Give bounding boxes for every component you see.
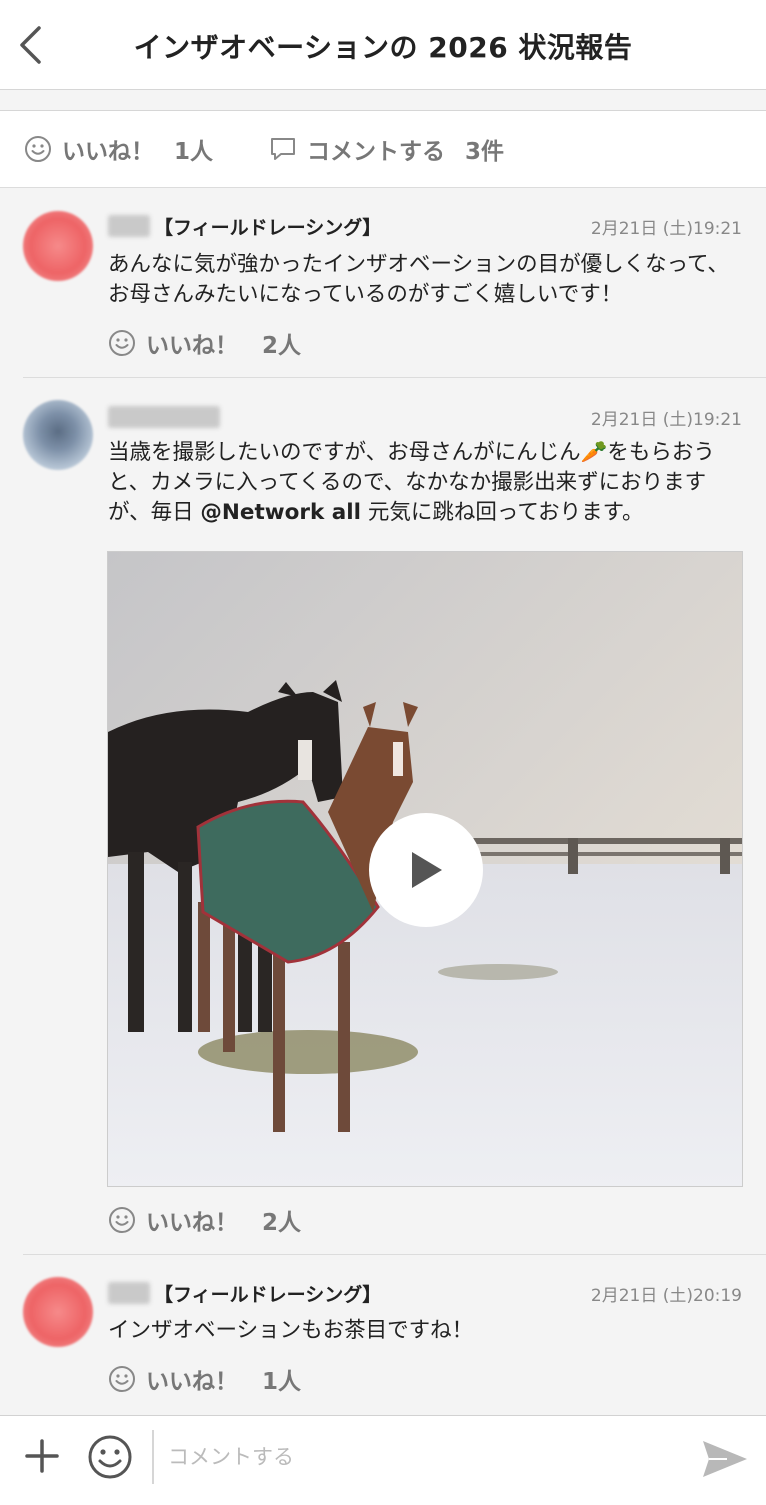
comment-text-part: 当歳を撮影したいのですが、お母さんがにんじん (108, 440, 581, 465)
comment-like-button[interactable]: いいね！ 1人 (108, 1362, 301, 1396)
comment-summary-count: 3件 (465, 139, 505, 165)
comment-text: 当歳を撮影したいのですが、お母さんがにんじん🥕をもらおうと、カメラに入ってくるの… (108, 438, 748, 528)
comment-like-button[interactable]: いいね！ 2人 (108, 326, 301, 360)
comment-date: 2月21日 (土)20:19 (590, 1285, 742, 1306)
chevron-left-icon (20, 26, 41, 64)
comment-header: 【フィールドレーシング】 2月21日 (土)20:19 (108, 1278, 742, 1308)
video-attachment[interactable] (107, 551, 743, 1187)
input-divider (152, 1430, 154, 1484)
like-summary-button[interactable]: いいね！ 1人 (24, 132, 213, 166)
emoji-button[interactable] (86, 1433, 134, 1481)
comment-header: 【フィールドレーシング】 2月21日 (土)19:21 (108, 211, 742, 241)
comment-divider (23, 377, 766, 378)
blurred-username (108, 1282, 150, 1304)
avatar[interactable] (23, 1277, 93, 1347)
like-label: いいね！ (146, 1210, 238, 1236)
back-button[interactable] (10, 22, 50, 68)
avatar[interactable] (23, 400, 93, 470)
like-summary-label: いいね！ (62, 139, 154, 165)
smiley-icon (108, 1365, 136, 1393)
play-icon (412, 852, 442, 888)
smiley-icon (108, 329, 136, 357)
comment-header: 2月21日 (土)19:21 (108, 402, 742, 432)
blurred-username (108, 406, 220, 428)
blurred-username (108, 215, 150, 237)
comment-summary-label: コメントする (307, 139, 446, 165)
add-attachment-button[interactable] (22, 1436, 62, 1476)
send-icon (703, 1441, 747, 1477)
comment-date: 2月21日 (土)19:21 (590, 409, 742, 430)
comment-input-bar (0, 1415, 766, 1505)
comment-date: 2月21日 (土)19:21 (590, 218, 742, 239)
comment-text: あんなに気が強かったインザオベーションの目が優しくなって、お母さんみたいになって… (108, 252, 729, 307)
plus-icon (25, 1439, 59, 1473)
mention-link[interactable]: @Network all (200, 500, 361, 525)
send-button[interactable] (700, 1436, 750, 1482)
like-summary-count: 1人 (174, 139, 214, 165)
comment-input[interactable] (168, 1434, 668, 1480)
avatar[interactable] (23, 211, 93, 281)
header-bar: インザオベーションの 2026 状況報告 (0, 0, 766, 90)
like-count: 2人 (262, 1210, 302, 1236)
like-count: 2人 (262, 333, 302, 359)
comment-like-button[interactable]: いいね！ 2人 (108, 1203, 301, 1237)
comment-text: インザオベーションもお茶目ですね！ (108, 1318, 474, 1343)
page-title: インザオベーションの 2026 状況報告 (133, 31, 633, 64)
like-label: いいね！ (146, 1369, 238, 1395)
commenter-org: 【フィールドレーシング】 (154, 216, 382, 239)
comment-summary-button[interactable]: コメントする 3件 (269, 132, 504, 166)
speech-bubble-icon (269, 135, 297, 163)
reaction-summary: いいね！ 1人 コメントする 3件 (0, 110, 766, 188)
carrot-emoji: 🥕 (580, 440, 608, 465)
emoji-icon (88, 1435, 132, 1479)
commenter-org: 【フィールドレーシング】 (154, 1283, 382, 1306)
like-label: いいね！ (146, 333, 238, 359)
comment-divider (23, 1254, 766, 1255)
play-button[interactable] (369, 813, 483, 927)
comment-text-part: 元気に跳ね回っております。 (367, 500, 644, 525)
smiley-icon (108, 1206, 136, 1234)
smiley-icon (24, 135, 52, 163)
like-count: 1人 (262, 1369, 302, 1395)
